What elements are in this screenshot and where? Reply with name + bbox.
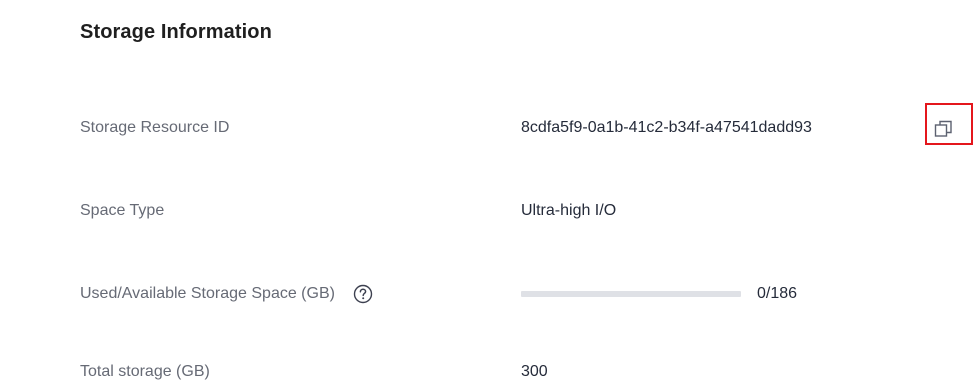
- storage-usage-progress-bar: [521, 291, 741, 297]
- question-circle-icon[interactable]: [353, 284, 373, 304]
- total-storage-row: Total storage (GB) 300: [0, 357, 979, 387]
- copy-button[interactable]: [925, 103, 973, 145]
- space-type-label: Space Type: [80, 202, 165, 219]
- section-title: Storage Information: [80, 21, 272, 43]
- total-storage-label: Total storage (GB): [80, 363, 210, 380]
- storage-usage-value: 0/186: [757, 285, 798, 302]
- storage-usage-label: Used/Available Storage Space (GB): [80, 285, 335, 302]
- storage-resource-id-label: Storage Resource ID: [80, 119, 230, 136]
- copy-icon: [934, 120, 952, 137]
- storage-usage-row: Used/Available Storage Space (GB) 0/186: [0, 279, 979, 309]
- space-type-row: Space Type Ultra-high I/O: [0, 196, 979, 226]
- storage-usage-label-group: Used/Available Storage Space (GB): [80, 279, 373, 309]
- space-type-value: Ultra-high I/O: [521, 202, 617, 219]
- storage-resource-id-row: Storage Resource ID 8cdfa5f9-0a1b-41c2-b…: [0, 113, 979, 143]
- storage-resource-id-value: 8cdfa5f9-0a1b-41c2-b34f-a47541dadd93: [521, 119, 812, 136]
- total-storage-value: 300: [521, 363, 548, 380]
